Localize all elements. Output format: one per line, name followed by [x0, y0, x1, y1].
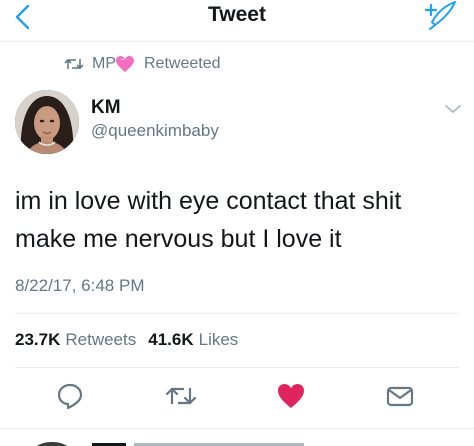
tweet-options-button[interactable]	[444, 102, 462, 114]
retweets-label[interactable]: Retweets	[65, 330, 136, 350]
divider	[15, 367, 459, 368]
page-title: Tweet	[208, 3, 266, 26]
compose-tweet-button[interactable]	[424, 0, 461, 30]
retweet-button[interactable]	[165, 380, 197, 412]
heart-icon	[278, 384, 304, 408]
envelope-icon	[386, 386, 414, 407]
divider	[0, 428, 474, 429]
avatar[interactable]	[15, 90, 79, 154]
tweet-timestamp: 8/22/17, 6:48 PM	[15, 276, 145, 295]
tweet-stats: 23.7K Retweets 41.6K Likes	[15, 330, 250, 350]
retweet-icon	[64, 58, 84, 70]
likes-count[interactable]: 41.6K	[148, 330, 193, 350]
direct-message-button[interactable]	[384, 380, 416, 412]
reply-button[interactable]	[54, 380, 86, 412]
reply-icon	[57, 383, 83, 410]
tweet-text-line: make me nervous but I love it	[15, 225, 342, 253]
user-handle[interactable]: @queenkimbaby	[91, 121, 219, 141]
next-reply-preview	[30, 436, 320, 446]
display-name[interactable]: KM	[91, 97, 121, 119]
tweet-text-line: im in love with eye contact that shit	[15, 187, 402, 215]
retweeted-label: Retweeted	[144, 55, 221, 72]
divider	[15, 313, 459, 314]
tweet-action-bar	[0, 380, 474, 416]
retweet-context[interactable]: MP Retweeted	[64, 53, 221, 75]
tweet-text: im in love with eye contact that shit ma…	[15, 182, 460, 258]
cropped-reply-row	[37, 442, 304, 446]
compose-tweet-icon	[424, 1, 456, 30]
retweeter-name: MP	[92, 55, 116, 72]
chevron-down-icon	[445, 105, 461, 113]
navigation-bar: Tweet	[0, 0, 474, 42]
likes-label[interactable]: Likes	[199, 330, 239, 350]
profile-photo	[15, 90, 79, 154]
retweets-count[interactable]: 23.7K	[15, 330, 60, 350]
retweet-icon	[165, 387, 197, 405]
pink-heart-emoji	[116, 55, 134, 72]
like-button[interactable]	[275, 380, 307, 412]
